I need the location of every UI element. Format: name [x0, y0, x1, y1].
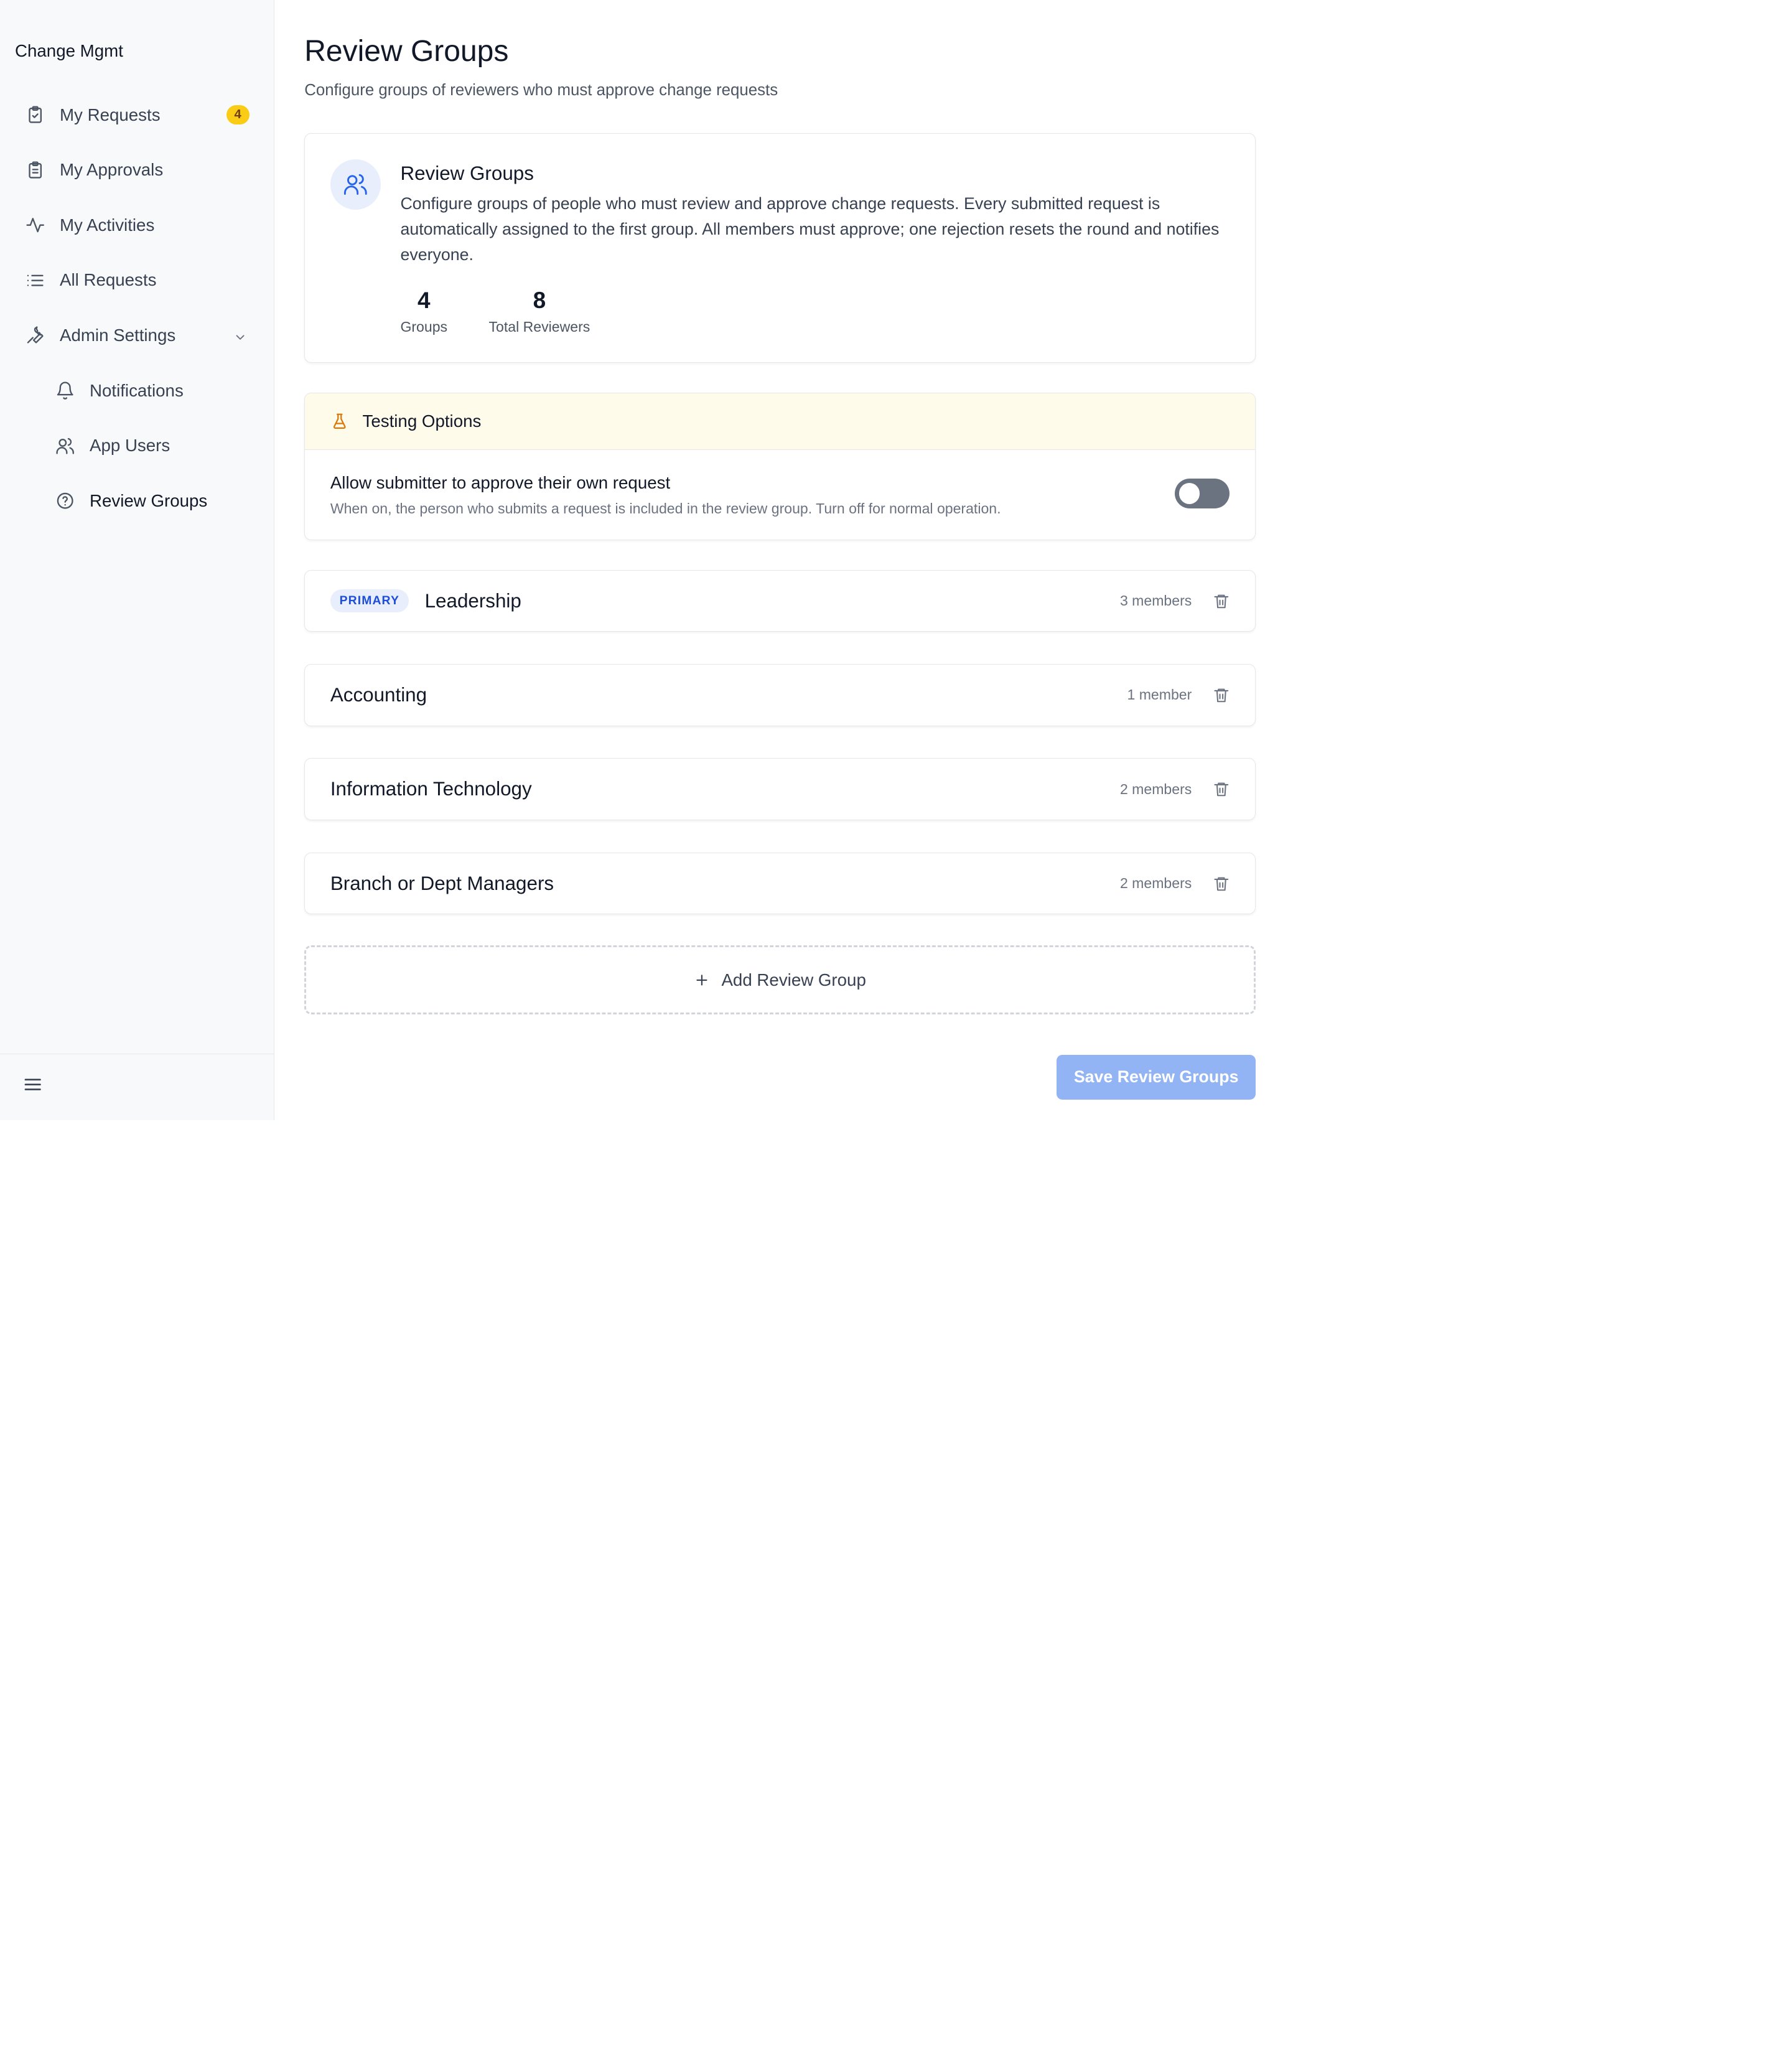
sidebar-item-admin-settings[interactable]: Admin Settings — [0, 308, 274, 363]
activity-icon — [26, 215, 45, 235]
list-icon — [26, 271, 45, 290]
main-content: Review Groups Configure groups of review… — [274, 0, 1792, 1120]
toggle-knob — [1178, 483, 1200, 504]
sidebar-item-label: Notifications — [89, 380, 184, 400]
sidebar-item-my-requests[interactable]: My Requests 4 — [0, 87, 274, 143]
review-group-leadership[interactable]: PRIMARY Leadership 3 members — [304, 569, 1256, 632]
users-icon — [330, 159, 381, 210]
testing-option-row: Allow submitter to approve their own req… — [305, 450, 1255, 540]
brand-title: Change Mgmt — [15, 41, 123, 61]
sidebar-item-all-requests[interactable]: All Requests — [0, 253, 274, 308]
clipboard-list-icon — [26, 161, 45, 180]
trash-icon[interactable] — [1213, 592, 1230, 610]
sidebar-item-my-approvals[interactable]: My Approvals — [0, 143, 274, 198]
sidebar-nav: My Requests 4 My Approvals My Activities — [0, 87, 274, 528]
help-circle-icon — [55, 491, 75, 510]
plus-icon — [696, 975, 707, 986]
sidebar: Change Mgmt My Requests 4 My Approvals M… — [0, 0, 275, 1120]
primary-badge: PRIMARY — [330, 589, 409, 612]
bell-icon — [55, 381, 75, 400]
sidebar-item-label: All Requests — [59, 270, 157, 290]
testing-options-card: Testing Options Allow submitter to appro… — [304, 393, 1256, 540]
group-name: Information Technology — [330, 778, 532, 800]
group-member-count: 3 members — [1119, 592, 1192, 609]
sidebar-footer — [0, 1053, 275, 1120]
flask-icon — [333, 413, 346, 429]
sidebar-item-app-users[interactable]: App Users — [0, 418, 274, 474]
requests-count-badge: 4 — [226, 105, 250, 125]
info-card: Review Groups Configure groups of people… — [304, 133, 1256, 363]
sidebar-item-label: My Approvals — [59, 160, 164, 180]
testing-options-header: Testing Options — [305, 393, 1255, 450]
self-approve-label: Allow submitter to approve their own req… — [330, 472, 671, 492]
review-group-accounting[interactable]: Accounting 1 member — [304, 664, 1256, 726]
stat-label: Groups — [400, 319, 448, 335]
stat-groups: 4 Groups — [400, 286, 447, 336]
users-icon — [55, 436, 75, 456]
review-group-information-technology[interactable]: Information Technology 2 members — [304, 758, 1256, 821]
chevron-down-icon[interactable] — [233, 329, 247, 342]
app-root: Change Mgmt My Requests 4 My Approvals M… — [0, 0, 1792, 1120]
review-group-branch-managers[interactable]: Branch or Dept Managers 2 members — [304, 852, 1256, 915]
testing-options-title: Testing Options — [362, 411, 482, 431]
group-name: Accounting — [330, 683, 427, 706]
self-approve-help: When on, the person who submits a reques… — [330, 500, 1001, 517]
content-column: Review Groups Configure groups of review… — [304, 32, 1256, 1100]
stat-value: 8 — [533, 287, 546, 313]
menu-icon[interactable] — [23, 1075, 42, 1099]
save-review-groups-button[interactable]: Save Review Groups — [1057, 1054, 1256, 1100]
group-name: Branch or Dept Managers — [330, 872, 554, 894]
stat-total-reviewers: 8 Total Reviewers — [489, 286, 590, 336]
stat-label: Total Reviewers — [488, 319, 590, 335]
stats-row: 4 Groups 8 Total Reviewers — [400, 286, 590, 336]
group-name: Leadership — [424, 589, 521, 612]
sidebar-item-notifications[interactable]: Notifications — [0, 363, 274, 418]
sidebar-item-my-activities[interactable]: My Activities — [0, 198, 274, 253]
review-group-list: PRIMARY Leadership 3 members Accounting … — [304, 569, 1256, 915]
sidebar-item-label: Admin Settings — [59, 325, 176, 345]
page-subtitle: Configure groups of reviewers who must a… — [304, 82, 778, 100]
sidebar-item-review-groups[interactable]: Review Groups — [0, 474, 274, 529]
trash-icon[interactable] — [1213, 780, 1230, 798]
sidebar-item-label: Review Groups — [89, 490, 208, 510]
add-review-group-button[interactable]: Add Review Group — [304, 945, 1256, 1015]
info-title: Review Groups — [400, 162, 534, 185]
group-member-count: 1 member — [1127, 686, 1192, 703]
sidebar-item-label: My Requests — [59, 105, 161, 124]
clipboard-check-icon — [26, 105, 45, 124]
info-description: Configure groups of people who must revi… — [400, 194, 1220, 264]
add-review-group-label: Add Review Group — [721, 970, 866, 990]
self-approve-toggle[interactable] — [1174, 478, 1230, 508]
stat-value: 4 — [417, 287, 431, 313]
trash-icon[interactable] — [1213, 686, 1230, 704]
sidebar-item-label: App Users — [89, 436, 170, 456]
trash-icon[interactable] — [1213, 875, 1230, 892]
page-title: Review Groups — [304, 34, 509, 68]
sidebar-item-label: My Activities — [59, 215, 155, 235]
group-member-count: 2 members — [1119, 875, 1192, 892]
save-row: Save Review Groups — [304, 1054, 1256, 1100]
group-member-count: 2 members — [1119, 780, 1192, 797]
wrench-icon — [26, 325, 45, 345]
